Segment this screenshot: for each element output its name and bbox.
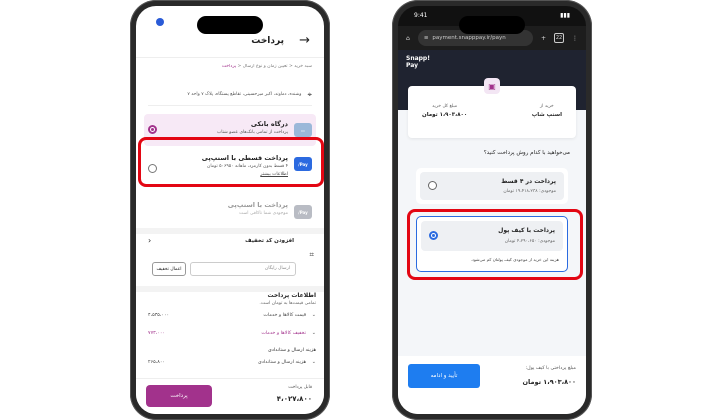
price-row[interactable]: ⌄ قیمت کالاها و خدمات ۴،۵۳۵،۰۰۰ (144, 310, 316, 324)
payment-option-bank[interactable]: ▭ درگاه بانکی پرداخت از تمامی بانک‌های ع… (144, 114, 316, 146)
radio-installment[interactable] (428, 181, 437, 190)
coupon-icon: ⌗ (309, 250, 314, 259)
row-label: قیمت کالاها و خدمات (263, 313, 306, 318)
page-title: پرداخت (251, 36, 284, 46)
snapppay-page: Snapp! Pay ▣ خرید از اسنپ شاپ مبلغ کل خر… (398, 50, 586, 414)
option-title: پرداخت با اسنپ‌پی (227, 201, 288, 209)
right-phone: 9:41 ▮▮▮ ⌂ ≡ payment.snapppay.ir/payn + … (392, 0, 592, 420)
tabs-count[interactable]: 22 (554, 33, 564, 43)
option-subtitle: موجودی: ۴،۲۹۰،۶۵۰ تومان (504, 239, 555, 244)
payable-amount: ۴،۰۲۷،۸۰۰ (276, 395, 312, 403)
discount-title: افزودن کد تخفیف (245, 238, 294, 244)
address-row[interactable]: ⌖ وشنده، دماوند، اکبر میرحسینی، تقاطع پس… (148, 84, 312, 106)
status-indicator (156, 18, 164, 26)
total-label: مبلغ کل خرید (432, 104, 458, 109)
confirm-footer: مبلغ پرداختی با کیف پول: ۱،۹۰۳،۸۰۰ تومان… (398, 356, 586, 414)
secure-icon: ≡ (423, 35, 429, 41)
merchant-label: خرید از (539, 104, 554, 109)
pay-button[interactable]: پرداخت (146, 385, 212, 407)
snapppay-logo: Snapp! Pay (406, 55, 430, 69)
row-label: تخفیف کالاها و خدمات (261, 331, 306, 336)
radio-installment[interactable] (148, 164, 157, 173)
option-subtitle: موجودی: ۱۹،۴۱۸،۲۳۸ تومان (503, 189, 556, 194)
option-subtitle: پرداخت از تمامی بانک‌های عضو شتاب (217, 130, 288, 135)
chevron-down-icon: ⌄ (311, 330, 316, 336)
chevron-down-icon: ⌄ (311, 312, 316, 318)
method-installment[interactable]: پرداخت در ۴ قسط موجودی: ۱۹،۴۱۸،۲۳۸ تومان (416, 168, 568, 204)
confirm-continue-button[interactable]: تأیید و ادامه (408, 364, 480, 388)
option-subtitle: موجودی شما ناکافی است (239, 211, 288, 216)
merchant-col: خرید از اسنپ شاپ (532, 104, 562, 118)
discount-row[interactable]: ⌄ تخفیف کالاها و خدمات ۷۷۳،۰۰۰ (144, 328, 316, 342)
option-title: پرداخت قسطی با اسنپ‌پی (201, 154, 288, 162)
notch (197, 16, 263, 34)
status-time: 9:41 (414, 12, 428, 19)
more-menu-icon[interactable]: ⋮ (572, 35, 578, 42)
purchase-summary-card: ▣ خرید از اسنپ شاپ مبلغ کل خرید ۱،۹۰۳،۸۰… (408, 78, 576, 138)
method-wallet[interactable]: پرداخت با کیف پول موجودی: ۴،۲۹۰،۶۵۰ توما… (416, 216, 568, 272)
option-title: پرداخت با کیف پول (498, 227, 555, 234)
bank-card-icon: ▭ (294, 123, 312, 137)
payment-info: اطلاعات پرداخت تمامی قیمت‌ها به تومان اس… (144, 292, 316, 371)
shipping-section-title: هزینه ارسال و ستاندادی (267, 348, 316, 353)
discount-section: ⌗ افزودن کد تخفیف ‹ ارسال رایگان اعمال ت… (144, 232, 316, 286)
screenshot-stage: پرداخت → سبد خرید < تعیین زمان و نوع ارس… (0, 0, 720, 420)
shopping-bag-icon: ▣ (484, 78, 500, 94)
snapppay-logo-icon: Pay/ (294, 205, 312, 219)
right-screen: 9:41 ▮▮▮ ⌂ ≡ payment.snapppay.ir/payn + … (398, 6, 586, 414)
payable-label: قابل پرداخت (288, 385, 312, 390)
option-inner: پرداخت در ۴ قسط موجودی: ۱۹،۴۱۸،۲۳۸ تومان (420, 172, 564, 200)
radio-bank[interactable] (148, 125, 157, 134)
total-col: مبلغ کل خرید ۱،۹۰۳،۸۰۰ تومان (422, 104, 467, 118)
snapppay-logo-icon: Pay/ (294, 157, 312, 171)
row-value: ۲۶۵،۸۰۰ (148, 360, 166, 365)
payinfo-subtitle: تمامی قیمت‌ها به تومان است. (259, 301, 316, 306)
breadcrumb-payment: پرداخت (221, 64, 237, 69)
shipping-row[interactable]: ⌄ هزینه ارسال و ستاندادی ۲۶۵،۸۰۰ (144, 357, 316, 371)
row-value: ۴،۵۳۵،۰۰۰ (148, 313, 170, 318)
option-subtitle: ۴ قسط بدون کارمزد، ماهانه ۵۰۶۹۵۰ تومان (207, 164, 288, 169)
row-value: ۷۷۳،۰۰۰ (148, 331, 166, 336)
breadcrumb: سبد خرید < تعیین زمان و نوع ارسال < پردا… (221, 64, 312, 69)
payment-option-snapppay: Pay/ پرداخت با اسنپ‌پی موجودی شما ناکافی… (144, 198, 316, 226)
home-icon[interactable]: ⌂ (406, 35, 410, 42)
url-text: payment.snapppay.ir/payn (432, 35, 506, 41)
address-text: وشنده، دماوند، اکبر میرحسینی، تقاطع پستگ… (187, 92, 302, 97)
signal-icon: ▮▮▮ (560, 12, 570, 19)
radio-wallet[interactable] (429, 231, 438, 240)
merchant-value: اسنپ شاپ (531, 112, 562, 118)
notch (459, 16, 525, 34)
left-phone: پرداخت → سبد خرید < تعیین زمان و نوع ارس… (130, 0, 330, 420)
option-title: درگاه بانکی (250, 120, 288, 128)
checkout-footer: قابل پرداخت ۴،۰۲۷،۸۰۰ پرداخت (136, 378, 324, 414)
apply-discount-button[interactable]: اعمال تخفیف (152, 262, 186, 276)
payinfo-title: اطلاعات پرداخت (267, 292, 316, 299)
more-info-link[interactable]: اطلاعات بیشتر (162, 172, 288, 177)
total-value: ۱،۹۰۳،۸۰۰ تومان (422, 112, 468, 118)
option-inner: پرداخت با کیف پول موجودی: ۴،۲۹۰،۶۵۰ توما… (421, 221, 563, 251)
add-tab-icon[interactable]: + (541, 35, 546, 42)
option-title: پرداخت در ۴ قسط (501, 178, 556, 185)
location-pin-icon: ⌖ (307, 89, 312, 99)
chevron-down-icon: ⌄ (311, 359, 316, 365)
chevron-left-icon[interactable]: ‹ (148, 236, 151, 245)
breadcrumb-cart[interactable]: سبد خرید (294, 64, 312, 69)
payment-option-installment[interactable]: Pay/ پرداخت قسطی با اسنپ‌پی ۴ قسط بدون ک… (144, 150, 316, 190)
left-screen: پرداخت → سبد خرید < تعیین زمان و نوع ارس… (136, 6, 324, 414)
wallet-amount: ۱،۹۰۳،۸۰۰ تومان (522, 378, 576, 386)
row-label: هزینه ارسال و ستاندادی (257, 360, 306, 365)
discount-code-input[interactable]: ارسال رایگان (190, 262, 296, 276)
breadcrumb-shipping[interactable]: تعیین زمان و نوع ارسال (243, 64, 288, 69)
wallet-amount-label: مبلغ پرداختی با کیف پول: (525, 366, 576, 371)
wallet-note: هزینه این خرید از موجودی کیف پولتان کم م… (470, 257, 559, 262)
method-question: می‌خواهید با کدام روش پرداخت کنید؟ (483, 150, 570, 156)
back-arrow-icon[interactable]: → (299, 33, 310, 48)
